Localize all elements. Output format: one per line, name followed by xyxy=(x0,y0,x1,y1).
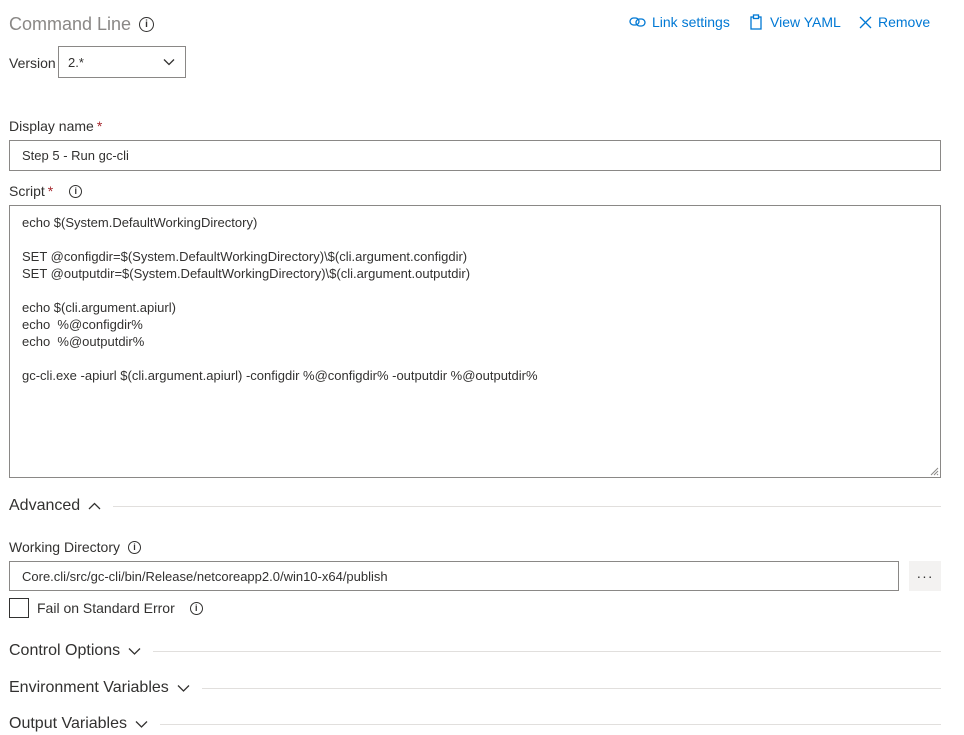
fail-on-stderr-label: Fail on Standard Error i xyxy=(37,600,203,616)
required-marker: * xyxy=(96,118,103,134)
view-yaml-button[interactable]: View YAML xyxy=(748,14,841,30)
info-icon[interactable]: i xyxy=(189,601,203,615)
output-variables-label: Output Variables xyxy=(9,715,127,732)
chevron-up-icon xyxy=(88,502,101,510)
display-name-label-text: Display name xyxy=(9,118,94,134)
section-divider xyxy=(153,650,941,652)
chevron-down-icon xyxy=(163,59,175,66)
version-select[interactable]: 2.* xyxy=(58,46,186,78)
output-variables-section-header[interactable]: Output Variables xyxy=(9,713,941,735)
script-label: Script * i xyxy=(9,183,83,199)
working-directory-input[interactable]: Core.cli/src/gc-cli/bin/Release/netcorea… xyxy=(9,561,899,591)
chevron-down-icon xyxy=(135,720,148,728)
link-icon xyxy=(629,17,646,27)
version-value: 2.* xyxy=(68,54,84,70)
fail-on-stderr-label-text: Fail on Standard Error xyxy=(37,600,175,616)
section-divider xyxy=(160,723,941,725)
remove-label: Remove xyxy=(878,14,931,30)
working-directory-label-text: Working Directory xyxy=(9,539,120,555)
close-icon xyxy=(859,16,872,28)
task-title: Command Line i xyxy=(9,14,155,35)
link-settings-label: Link settings xyxy=(652,14,730,30)
working-directory-value: Core.cli/src/gc-cli/bin/Release/netcorea… xyxy=(22,568,388,584)
chevron-down-icon xyxy=(177,684,190,692)
fail-on-stderr-checkbox[interactable] xyxy=(9,598,29,618)
section-divider xyxy=(201,687,941,689)
clipboard-icon xyxy=(750,14,762,30)
script-label-text: Script xyxy=(9,183,45,199)
browse-button[interactable]: ··· xyxy=(909,561,941,591)
advanced-section-header[interactable]: Advanced xyxy=(9,495,941,517)
required-marker: * xyxy=(47,183,54,199)
version-label: Version xyxy=(9,55,56,71)
display-name-label: Display name * xyxy=(9,118,102,134)
environment-variables-section-header[interactable]: Environment Variables xyxy=(9,677,941,699)
remove-button[interactable]: Remove xyxy=(859,14,930,30)
control-options-section-header[interactable]: Control Options xyxy=(9,640,941,662)
chevron-down-icon xyxy=(128,647,141,655)
section-divider xyxy=(113,505,941,507)
display-name-input[interactable]: Step 5 - Run gc-cli xyxy=(9,140,941,171)
info-icon[interactable]: i xyxy=(139,17,155,32)
advanced-label: Advanced xyxy=(9,497,81,514)
resize-handle-icon[interactable] xyxy=(929,466,939,476)
task-title-text: Command Line xyxy=(9,14,132,34)
info-icon[interactable]: i xyxy=(69,184,83,198)
script-textarea[interactable]: echo $(System.DefaultWorkingDirectory) S… xyxy=(9,205,941,478)
info-icon[interactable]: i xyxy=(128,540,141,554)
environment-variables-label: Environment Variables xyxy=(9,679,169,696)
control-options-label: Control Options xyxy=(9,642,121,659)
working-directory-label: Working Directory i xyxy=(9,539,141,555)
view-yaml-label: View YAML xyxy=(770,14,841,30)
link-settings-button[interactable]: Link settings xyxy=(629,14,730,30)
display-name-value: Step 5 - Run gc-cli xyxy=(22,148,129,163)
